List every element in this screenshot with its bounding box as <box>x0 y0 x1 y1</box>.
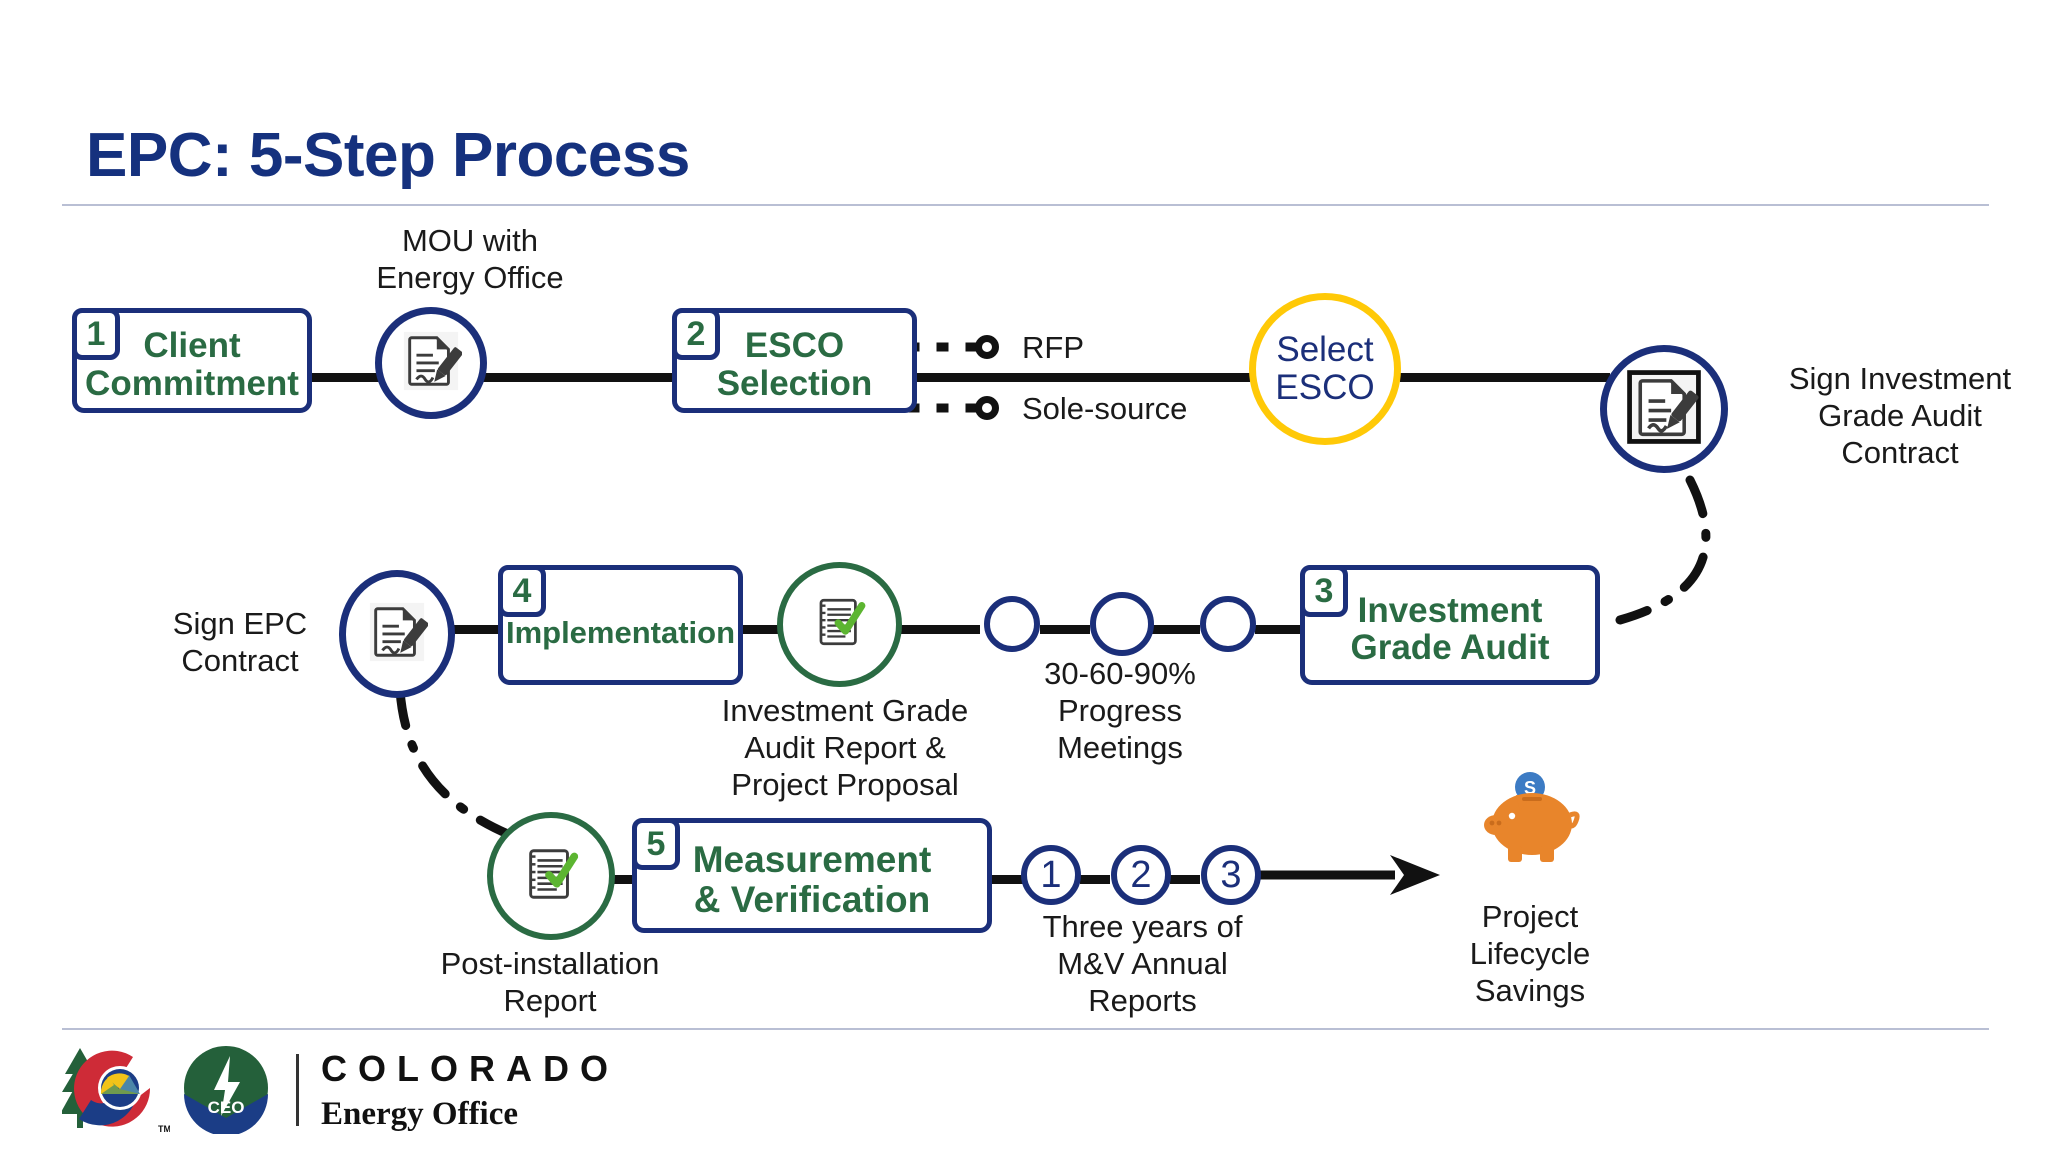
arrow-head-to-savings <box>1390 855 1440 895</box>
title-divider <box>62 204 1989 206</box>
step-box-client-commitment[interactable]: 1 Client Commitment <box>72 308 312 413</box>
step-badge-2: 2 <box>672 308 720 360</box>
node-sign-iga-contract[interactable] <box>1600 345 1728 473</box>
node-select-esco-label: Select ESCO <box>1275 329 1375 407</box>
connector-mou-to-step2 <box>480 373 680 382</box>
step-badge-4: 4 <box>498 565 546 617</box>
branch-node-solesource[interactable] <box>975 396 999 420</box>
colorado-state-logo-icon: TM <box>60 1040 171 1141</box>
step-label-measurement-verification: Measurement & Verification <box>692 839 932 920</box>
curve-row1-to-row2 <box>1615 475 1711 625</box>
node-iga-report[interactable] <box>777 562 902 687</box>
branch-label-solesource: Sole-source <box>1022 391 1188 426</box>
connector-year1-to-year2 <box>1080 875 1110 884</box>
piggy-bank-icon: S <box>1468 767 1592 884</box>
caption-post-installation-report: Post-installation Report <box>440 946 660 1019</box>
step-label-esco-selection: ESCO Selection <box>716 326 873 403</box>
node-progress-meeting-1[interactable] <box>984 596 1040 652</box>
connector-step2-to-selectesco <box>900 373 1250 382</box>
node-mv-year-1[interactable]: 1 <box>1021 845 1081 905</box>
wordmark-energy-office: Energy Office <box>321 1095 519 1132</box>
svg-text:CEO: CEO <box>208 1098 245 1117</box>
caption-lifecycle-savings: Project Lifecycle Savings <box>1469 899 1591 1009</box>
svg-text:TM: TM <box>158 1124 170 1134</box>
step-box-measurement-verification[interactable]: 5 Measurement & Verification <box>632 818 992 933</box>
logo-divider <box>296 1054 299 1126</box>
branch-node-rfp[interactable] <box>975 335 999 359</box>
node-post-installation-report[interactable] <box>487 812 615 940</box>
caption-sign-epc-contract: Sign EPC Contract <box>172 606 308 679</box>
step-badge-5: 5 <box>632 818 680 870</box>
caption-three-years-mv: Three years of M&V Annual Reports <box>1042 909 1243 1019</box>
document-signature-icon <box>400 330 463 397</box>
node-progress-meeting-3[interactable] <box>1200 596 1256 652</box>
caption-iga-report: Investment Grade Audit Report & Project … <box>721 693 969 803</box>
step-box-implementation[interactable]: 4 Implementation <box>498 565 743 685</box>
ceo-seal-icon: CEO <box>180 1042 272 1139</box>
node-mv-year-2-label: 2 <box>1130 853 1152 896</box>
node-mv-year-3[interactable]: 3 <box>1201 845 1261 905</box>
node-mou-document[interactable] <box>375 307 487 419</box>
node-sign-epc-contract[interactable] <box>339 570 455 698</box>
page-title: EPC: 5-Step Process <box>86 121 690 190</box>
step-box-investment-grade-audit[interactable]: 3 Investment Grade Audit <box>1300 565 1600 685</box>
connector-year2-to-year3 <box>1170 875 1200 884</box>
caption-progress-meetings: 30-60-90% Progress Meetings <box>1044 656 1196 766</box>
connector-selectesco-to-sign <box>1400 373 1610 382</box>
node-mv-year-2[interactable]: 2 <box>1111 845 1171 905</box>
slide-canvas: EPC: 5-Step Process MOU with Energy Offi… <box>0 0 2048 1153</box>
step-badge-3: 3 <box>1300 565 1348 617</box>
footer-logo: TM CEO COLORADO Energy Office <box>60 1040 619 1141</box>
connector-pm1-to-pm2 <box>1040 625 1090 634</box>
step-badge-1: 1 <box>72 308 120 360</box>
document-signature-icon <box>366 601 429 668</box>
node-mv-year-1-label: 1 <box>1040 853 1062 896</box>
wordmark-colorado: COLORADO <box>321 1047 619 1089</box>
node-lifecycle-savings[interactable]: S <box>1455 760 1605 890</box>
footer-divider <box>62 1028 1989 1030</box>
footer-wordmark: COLORADO Energy Office <box>321 1048 619 1133</box>
connector-pm2-to-pm3 <box>1150 625 1200 634</box>
checklist-check-icon <box>811 593 869 656</box>
step-label-investment-grade-audit: Investment Grade Audit <box>1350 590 1550 667</box>
caption-sign-iga-contract: Sign Investment Grade Audit Contract <box>1788 361 2012 471</box>
step-box-esco-selection[interactable]: 2 ESCO Selection <box>672 308 917 413</box>
document-signature-icon <box>1626 369 1702 450</box>
connector-step5-to-year1 <box>990 875 1025 884</box>
node-progress-meeting-2[interactable] <box>1090 592 1154 656</box>
checklist-check-icon <box>520 843 582 910</box>
curve-row2-to-row3 <box>395 685 515 840</box>
branch-label-rfp: RFP <box>1022 330 1084 365</box>
caption-mou: MOU with Energy Office <box>376 223 564 296</box>
node-mv-year-3-label: 3 <box>1220 853 1242 896</box>
connector-igareport-to-pm1 <box>900 625 980 634</box>
node-select-esco[interactable]: Select ESCO <box>1249 293 1401 445</box>
step-label-implementation: Implementation <box>505 615 736 650</box>
